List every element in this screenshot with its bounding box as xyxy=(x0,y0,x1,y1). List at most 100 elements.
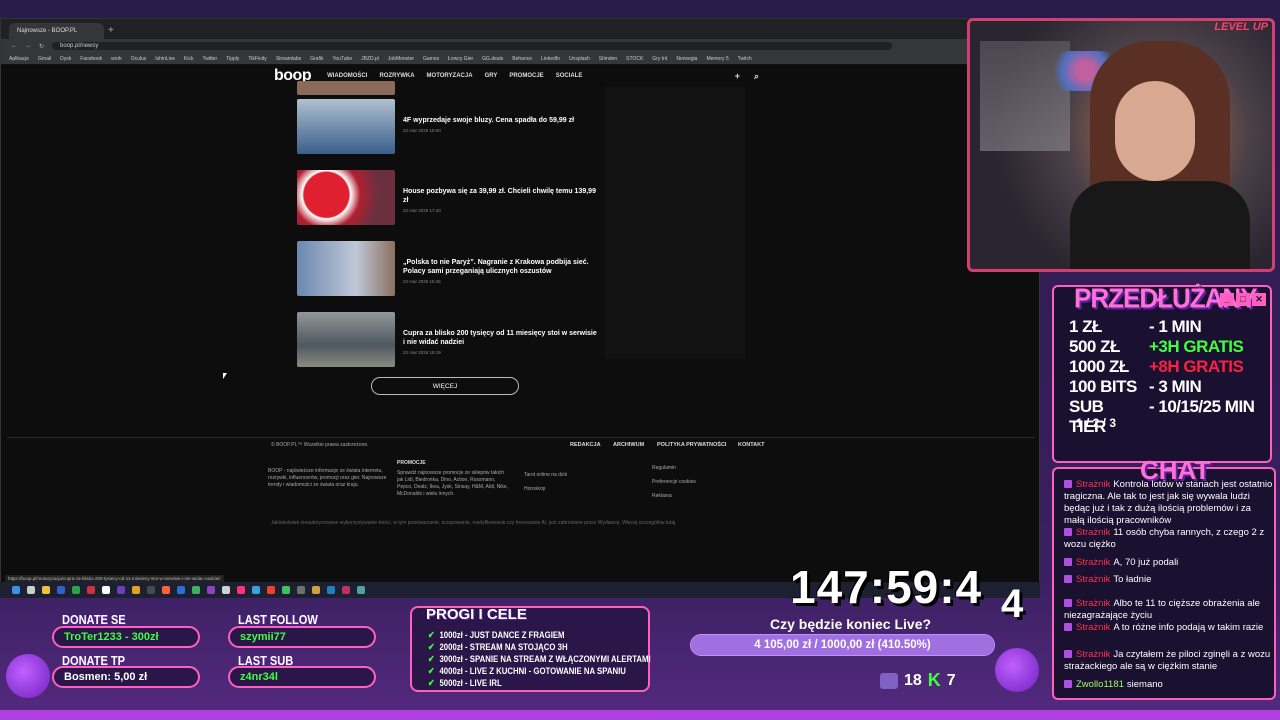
article-item[interactable]: House pozbywa się za 39,99 zł. Chcieli c… xyxy=(297,170,597,225)
article-title[interactable]: „Polska to nie Paryż”. Nagranie z Krakow… xyxy=(403,258,597,276)
footer-cookies-link[interactable]: Preferencje cookies xyxy=(652,479,696,486)
goal-text: 5000zł - LIVE IRL xyxy=(439,678,502,689)
nav-item[interactable]: ROZRYWKA xyxy=(379,73,414,79)
bookmark-item[interactable]: work xyxy=(111,56,122,62)
bookmark-item[interactable]: Games xyxy=(423,56,439,62)
nav-item[interactable]: GRY xyxy=(485,73,498,79)
bookmark-item[interactable]: Facebook xyxy=(80,56,102,62)
article-thumbnail[interactable] xyxy=(297,99,395,154)
article-title[interactable]: House pozbywa się za 39,99 zł. Chcieli c… xyxy=(403,187,597,205)
taskbar-app-icon[interactable] xyxy=(282,586,290,594)
footer-terms-link[interactable]: Regulamin xyxy=(652,465,676,472)
reload-icon[interactable]: ↻ xyxy=(39,43,44,50)
plus-icon[interactable]: + xyxy=(735,71,740,82)
taskbar-app-icon[interactable] xyxy=(237,586,245,594)
taskbar-app-icon[interactable] xyxy=(297,586,305,594)
bookmark-item[interactable]: Streamlabs xyxy=(276,56,301,62)
bookmark-item[interactable]: Norwegia xyxy=(676,56,697,62)
footer-link[interactable]: REDAKCJA xyxy=(570,442,601,448)
chat-message: Strażnik A, 70 już podali xyxy=(1064,557,1274,569)
nav-item[interactable]: MOTORYZACJA xyxy=(427,73,473,79)
tab-title: Najnowsze - BOOP.PL xyxy=(17,28,78,34)
footer-horoscope-link[interactable]: Horoskop xyxy=(524,486,545,493)
taskbar-app-icon[interactable] xyxy=(192,586,200,594)
site-footer: © BOOP.PL™ Wszelkie prawa zastrzeżone. R… xyxy=(7,437,1035,547)
site-navigation: boop WIADOMOŚCI ROZRYWKA MOTORYZACJA GRY… xyxy=(1,65,1039,87)
article-thumbnail[interactable] xyxy=(297,81,395,95)
viewer-counts: 18 K 7 xyxy=(880,670,956,691)
footer-ads-link[interactable]: Reklama xyxy=(652,493,672,500)
article-item[interactable]: 4F wyprzedaje swoje bluzy. Cena spadła d… xyxy=(297,99,597,154)
bookmark-item[interactable]: Oculus xyxy=(131,56,147,62)
bookmark-item[interactable]: Memory 5 xyxy=(706,56,728,62)
taskbar-app-icon[interactable] xyxy=(357,586,365,594)
more-button[interactable]: WIĘCEJ xyxy=(371,377,519,395)
bookmark-item[interactable]: Unsplash xyxy=(569,56,590,62)
bookmark-item[interactable]: Gry tnt xyxy=(652,56,667,62)
taskbar-app-icon[interactable] xyxy=(177,586,185,594)
footer-link[interactable]: POLITYKA PRYWATNOŚCI xyxy=(657,442,726,448)
taskbar-app-icon[interactable] xyxy=(162,586,170,594)
bookmark-item[interactable]: TikFinity xyxy=(248,56,266,62)
close-icon: ✕ xyxy=(1252,293,1266,306)
taskbar-app-icon[interactable] xyxy=(342,586,350,594)
taskbar-app-icon[interactable] xyxy=(222,586,230,594)
browser-tab[interactable]: Najnowsze - BOOP.PL xyxy=(9,23,104,39)
bookmark-item[interactable]: Twitter xyxy=(202,56,217,62)
taskbar-app-icon[interactable] xyxy=(72,586,80,594)
check-icon: ✔ xyxy=(428,630,435,641)
search-icon[interactable]: ⌕ xyxy=(754,71,759,82)
article-title[interactable]: Cupra za blisko 200 tysięcy od 11 miesię… xyxy=(403,329,597,347)
article-item[interactable]: „Polska to nie Paryż”. Nagranie z Krakow… xyxy=(297,241,597,296)
taskbar-app-icon[interactable] xyxy=(267,586,275,594)
taskbar-app-icon[interactable] xyxy=(252,586,260,594)
bookmark-item[interactable]: LinkedIn xyxy=(541,56,560,62)
taskbar-app-icon[interactable] xyxy=(87,586,95,594)
bookmark-item[interactable]: Grafik xyxy=(310,56,323,62)
taskbar-app-icon[interactable] xyxy=(102,586,110,594)
taskbar-app-icon[interactable] xyxy=(327,586,335,594)
nav-item[interactable]: WIADOMOŚCI xyxy=(327,73,367,79)
footer-link[interactable]: KONTAKT xyxy=(738,442,764,448)
article-thumbnail[interactable] xyxy=(297,170,395,225)
taskbar-app-icon[interactable] xyxy=(27,586,35,594)
bookmark-item[interactable]: Gmail xyxy=(38,56,51,62)
back-icon[interactable]: ← xyxy=(11,43,17,49)
url-field[interactable]: boop.pl/newsy xyxy=(52,42,893,50)
bookmark-item[interactable]: Tipply xyxy=(226,56,239,62)
taskbar-app-icon[interactable] xyxy=(132,586,140,594)
bookmark-item[interactable]: Dysk xyxy=(60,56,71,62)
bookmark-item[interactable]: STOCK xyxy=(626,56,643,62)
bookmark-item[interactable]: Behance xyxy=(512,56,532,62)
article-item[interactable]: Cupra za blisko 200 tysięcy od 11 miesię… xyxy=(297,312,597,367)
taskbar-app-icon[interactable] xyxy=(57,586,65,594)
nav-item[interactable]: PROMOCJE xyxy=(509,73,543,79)
article-thumbnail[interactable] xyxy=(297,241,395,296)
bookmark-item[interactable]: IshinLive xyxy=(155,56,175,62)
status-url: https://boop.pl/motoryzacja/cupra-za-bli… xyxy=(5,575,224,582)
footer-link[interactable]: ARCHIWUM xyxy=(613,442,644,448)
taskbar-app-icon[interactable] xyxy=(147,586,155,594)
taskbar-app-icon[interactable] xyxy=(117,586,125,594)
bookmark-item[interactable]: Łowcy Gier xyxy=(448,56,473,62)
bookmark-item[interactable]: GG.deals xyxy=(482,56,503,62)
taskbar-app-icon[interactable] xyxy=(312,586,320,594)
bookmark-item[interactable]: Twitch xyxy=(738,56,752,62)
article-title[interactable]: 4F wyprzedaje swoje bluzy. Cena spadła d… xyxy=(403,116,574,125)
bookmark-item[interactable]: Shinden xyxy=(599,56,617,62)
chat-panel: CHAT Strażnik Kontrola lotów w stanach je… xyxy=(1052,455,1276,700)
bookmark-item[interactable]: YouTube xyxy=(332,56,352,62)
article-thumbnail[interactable] xyxy=(297,312,395,367)
forward-icon[interactable]: → xyxy=(25,43,31,49)
footer-tarot-link[interactable]: Tarot online na dziś xyxy=(524,472,567,479)
taskbar-app-icon[interactable] xyxy=(12,586,20,594)
new-tab-icon[interactable]: + xyxy=(108,23,114,39)
taskbar-app-icon[interactable] xyxy=(207,586,215,594)
bookmark-item[interactable]: Aplikacje xyxy=(9,56,29,62)
taskbar-app-icon[interactable] xyxy=(42,586,50,594)
stream-overlay: { "browser": { "tab_title": "Najnowsze -… xyxy=(0,0,1280,720)
bookmark-item[interactable]: Kick xyxy=(184,56,193,62)
bookmark-item[interactable]: JobMonster xyxy=(388,56,414,62)
bookmark-item[interactable]: JBZD.pl xyxy=(361,56,379,62)
nav-item[interactable]: SOCIALE xyxy=(556,73,583,79)
